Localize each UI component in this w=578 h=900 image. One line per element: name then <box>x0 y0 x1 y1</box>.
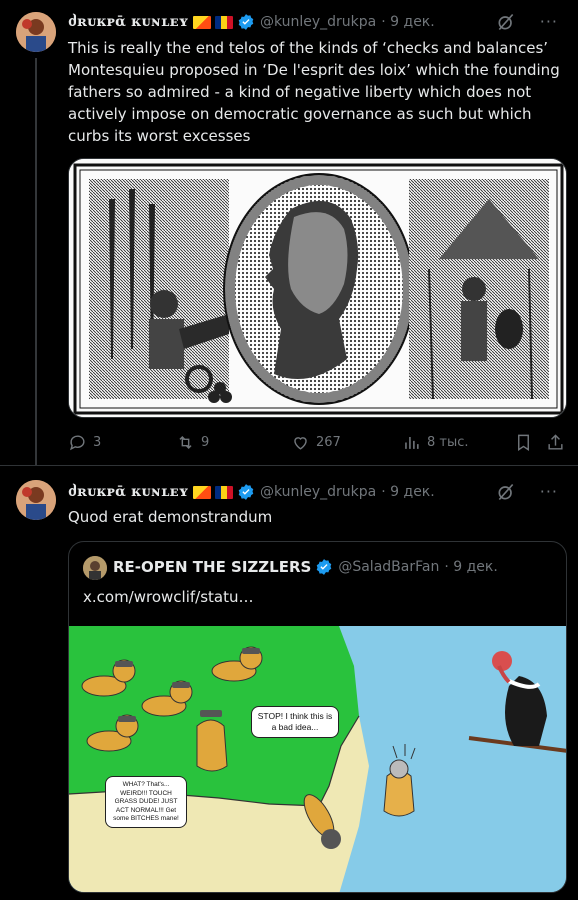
author-name[interactable]: ძʀᴜᴋᴘᾱ ᴋᴜɴʟᴇʏ <box>68 14 189 30</box>
flag-romania-icon <box>214 485 233 499</box>
author-name[interactable]: ძʀᴜᴋᴘᾱ ᴋᴜɴʟᴇʏ <box>68 484 189 500</box>
thread-line <box>35 58 37 465</box>
repost-icon <box>179 435 192 449</box>
tweet-actions: 3 9 267 8 тыс. <box>68 432 578 452</box>
quoted-header: RE-OPEN THE SIZZLERS @SaladBarFan · 9 де… <box>113 558 498 576</box>
timestamp[interactable]: · 9 дек. <box>381 484 434 500</box>
tweet-2[interactable]: ძʀᴜᴋᴘᾱ ᴋᴜɴʟᴇʏ @kunley_drukpa · 9 дек. ··… <box>0 465 578 900</box>
author-handle[interactable]: @kunley_drukpa <box>260 484 376 500</box>
tweet-header: ძʀᴜᴋᴘᾱ ᴋᴜɴʟᴇʏ @kunley_drukpa · 9 дек. ··… <box>68 12 566 32</box>
tweet-image-engraving[interactable] <box>68 158 567 418</box>
grok-icon[interactable] <box>496 12 516 32</box>
reply-button[interactable]: 3 <box>68 433 101 452</box>
reply-icon <box>70 434 85 450</box>
flag-bhutan-icon <box>192 15 211 29</box>
speech-bubble-weird: WHAT? That's... WEIRD!!! TOUCH GRASS DUD… <box>105 776 187 828</box>
views-button[interactable]: 8 тыс. <box>402 433 469 452</box>
quoted-handle[interactable]: @SaladBarFan <box>338 559 439 575</box>
verified-icon[interactable] <box>237 13 255 31</box>
grok-icon[interactable] <box>496 482 516 502</box>
quoted-text[interactable]: x.com/wrowclif/statu… <box>83 588 253 606</box>
more-icon[interactable]: ··· <box>540 482 558 501</box>
bookmark-button[interactable] <box>514 433 533 452</box>
tweet-header: ძʀᴜᴋᴘᾱ ᴋᴜɴʟᴇʏ @kunley_drukpa · 9 дек. ··… <box>68 482 566 502</box>
flag-romania-icon <box>214 15 233 29</box>
tweet-text: Quod erat demonstrandum <box>68 508 273 526</box>
avatar[interactable] <box>16 480 56 520</box>
repost-count: 9 <box>201 434 210 450</box>
avatar[interactable] <box>16 12 56 52</box>
repost-button[interactable]: 9 <box>176 433 209 452</box>
quoted-tweet[interactable]: RE-OPEN THE SIZZLERS @SaladBarFan · 9 де… <box>68 541 567 893</box>
reply-count: 3 <box>93 434 102 450</box>
quoted-avatar[interactable] <box>83 556 107 580</box>
speech-bubble-stop: STOP! I think this is a bad idea... <box>251 706 339 738</box>
more-icon[interactable]: ··· <box>540 12 558 31</box>
timestamp[interactable]: · 9 дек. <box>381 14 434 30</box>
share-icon <box>548 433 563 450</box>
quoted-timestamp[interactable]: · 9 дек. <box>444 559 497 575</box>
like-button[interactable]: 267 <box>291 433 341 452</box>
tweet-text: This is really the end telos of the kind… <box>68 39 560 145</box>
bookmark-icon <box>518 434 529 451</box>
views-count: 8 тыс. <box>427 434 469 450</box>
author-handle[interactable]: @kunley_drukpa <box>260 14 376 30</box>
like-count: 267 <box>316 434 341 450</box>
verified-icon <box>315 558 333 576</box>
verified-icon[interactable] <box>237 483 255 501</box>
views-icon <box>405 436 419 449</box>
comic-image[interactable]: STOP! I think this is a bad idea... WHAT… <box>69 626 566 892</box>
quoted-author-name[interactable]: RE-OPEN THE SIZZLERS <box>113 558 311 576</box>
tweet-1[interactable]: ძʀᴜᴋᴘᾱ ᴋᴜɴʟᴇʏ @kunley_drukpa · 9 дек. ··… <box>0 0 578 465</box>
like-icon <box>294 436 307 450</box>
share-button[interactable] <box>546 433 565 452</box>
flag-bhutan-icon <box>192 485 211 499</box>
